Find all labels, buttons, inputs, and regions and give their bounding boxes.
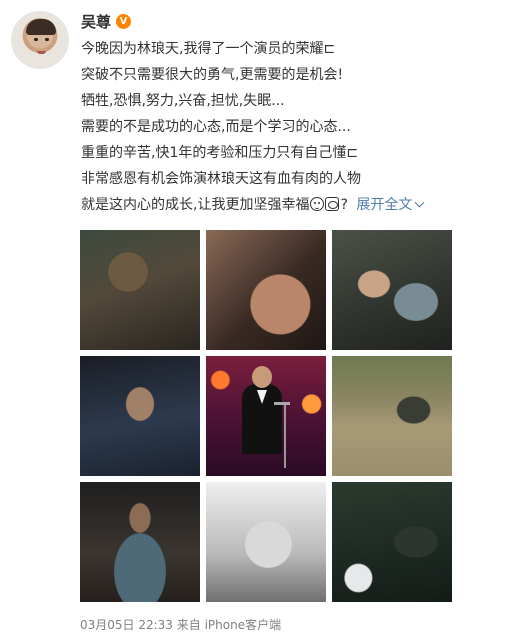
photo-5-microphone — [274, 402, 290, 468]
photo-grid — [80, 230, 452, 602]
photo-5[interactable] — [206, 356, 326, 476]
post-line-7-text: 就是这内心的成长,让我更加坚强幸福 — [81, 197, 310, 213]
name-row: 吴尊 V — [81, 10, 132, 32]
camera-emoji-icon — [325, 197, 340, 211]
chevron-down-icon — [414, 197, 425, 208]
post-line-7-suffix: ? — [340, 197, 348, 213]
photo-1[interactable] — [80, 230, 200, 350]
post-meta: 03月05日 22:33 来自 iPhone客户端 — [80, 618, 282, 632]
post-line-2: 突破不只需要很大的勇气,更需要的是机会! — [81, 67, 344, 83]
username[interactable]: 吴尊 — [81, 11, 111, 32]
avatar-eye-right — [45, 38, 49, 41]
photo-4[interactable] — [80, 356, 200, 476]
photo-6[interactable] — [332, 356, 452, 476]
photo-8[interactable] — [206, 482, 326, 602]
post-line-4: 需要的不是成功的心态,而是个学习的心态... — [81, 119, 351, 135]
avatar-mouth — [37, 51, 46, 54]
post-text: 今晚因为林琅天,我得了一个演员的荣耀⊏ 突破不只需要很大的勇气,更需要的是机会!… — [81, 36, 511, 218]
avatar-eye-left — [34, 38, 38, 41]
photo-9[interactable] — [332, 482, 452, 602]
photo-5-figure — [242, 366, 282, 454]
verified-badge-icon: V — [116, 13, 132, 29]
photo-2[interactable] — [206, 230, 326, 350]
post-line-7: 就是这内心的成长,让我更加坚强幸福? 展开全文 — [81, 192, 511, 218]
photo-3[interactable] — [332, 230, 452, 350]
avatar-hair — [26, 19, 56, 35]
smile-emoji-icon — [310, 197, 325, 211]
post-line-5: 重重的辛苦,快1年的考验和压力只有自己懂⊏ — [81, 145, 359, 161]
post-line-6: 非常感恩有机会饰演林琅天这有血有肉的人物 — [81, 171, 361, 187]
post-line-1: 今晚因为林琅天,我得了一个演员的荣耀⊏ — [81, 41, 336, 57]
photo-7[interactable] — [80, 482, 200, 602]
expand-label: 展开全文 — [356, 197, 413, 213]
user-avatar[interactable] — [11, 11, 69, 69]
expand-full-text-link[interactable]: 展开全文 — [356, 197, 425, 213]
post-line-3: 牺牲,恐惧,努力,兴奋,担忧,失眠... — [81, 93, 285, 109]
